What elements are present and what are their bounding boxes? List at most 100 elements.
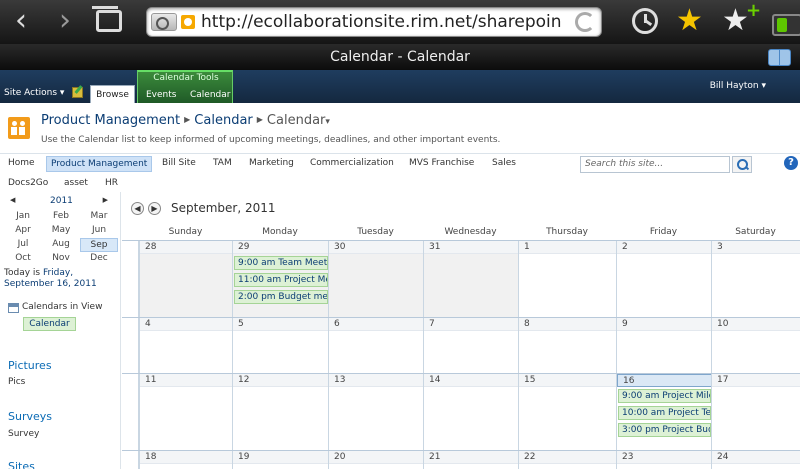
quicklaunch-sites[interactable]: Sites [8, 460, 35, 469]
month-may[interactable]: May [42, 224, 80, 238]
book-icon[interactable] [768, 49, 791, 66]
day-cell[interactable]: 18 [139, 451, 233, 469]
breadcrumb-view[interactable]: Calendar [267, 113, 325, 128]
search-input[interactable]: Search this site... [580, 156, 730, 173]
day-number[interactable]: 9 [617, 318, 712, 331]
day-body[interactable] [712, 387, 800, 451]
day-number[interactable]: 8 [519, 318, 617, 331]
day-cell[interactable]: 11 [139, 374, 233, 451]
site-logo-icon[interactable] [8, 117, 30, 139]
view-dropdown-icon[interactable]: ▾ [325, 117, 330, 127]
day-number[interactable]: 1 [519, 241, 617, 254]
day-body[interactable]: 9:00 am Team Meet 11:00 am Project Me 2:00… [233, 254, 329, 318]
day-number[interactable]: 15 [519, 374, 617, 387]
day-number[interactable]: 12 [233, 374, 329, 387]
day-body[interactable] [519, 387, 617, 451]
previous-month-icon[interactable]: ◀ [131, 202, 144, 215]
next-month-icon[interactable]: ▶ [148, 202, 161, 215]
day-body[interactable] [617, 464, 712, 469]
address-bar[interactable]: http://ecollaborationsite.rim.net/sharep… [146, 7, 602, 37]
day-cell[interactable]: 2 [616, 241, 712, 318]
day-number[interactable]: 31 [424, 241, 519, 254]
month-feb[interactable]: Feb [42, 210, 80, 224]
add-bookmark-icon[interactable]: ★ + [722, 0, 761, 38]
day-number[interactable]: 13 [329, 374, 424, 387]
day-number[interactable]: 30 [329, 241, 424, 254]
day-cell[interactable]: 31 [423, 241, 519, 318]
month-mar[interactable]: Mar [80, 210, 118, 224]
day-body[interactable] [519, 254, 617, 318]
day-number[interactable]: 4 [140, 318, 233, 331]
day-body[interactable] [329, 464, 424, 469]
day-cell[interactable]: 14 [423, 374, 519, 451]
day-body[interactable] [617, 331, 712, 374]
nav-bill-site[interactable]: Bill Site [162, 158, 196, 168]
day-cell[interactable]: 7 [423, 318, 519, 374]
day-cell[interactable]: 23 [616, 451, 712, 469]
edit-page-icon[interactable] [72, 87, 83, 98]
tab-browse[interactable]: Browse [90, 85, 135, 103]
tab-calendar[interactable]: Calendar [190, 90, 230, 100]
nav-product-management[interactable]: Product Management [46, 156, 153, 172]
day-number[interactable]: 17 [712, 374, 800, 387]
day-body[interactable] [617, 254, 712, 318]
nav-tam[interactable]: TAM [213, 158, 232, 168]
day-cell[interactable]: 1 [518, 241, 617, 318]
nav-commercialization[interactable]: Commercialization [310, 158, 394, 168]
day-number[interactable]: 21 [424, 451, 519, 464]
day-number[interactable]: 14 [424, 374, 519, 387]
day-cell[interactable]: 5 [232, 318, 329, 374]
calendar-event[interactable]: 9:00 am Project Mile [618, 389, 711, 403]
month-dec[interactable]: Dec [80, 252, 118, 266]
day-cell[interactable]: 4 [139, 318, 233, 374]
month-apr[interactable]: Apr [4, 224, 42, 238]
day-cell[interactable]: 16 9:00 am Project Mile 10:00 am Project T… [616, 374, 712, 451]
day-number[interactable]: 24 [712, 451, 800, 464]
day-number[interactable]: 20 [329, 451, 424, 464]
day-number[interactable]: 22 [519, 451, 617, 464]
day-body[interactable] [329, 331, 424, 374]
tab-events[interactable]: Events [146, 90, 176, 100]
day-number[interactable]: 28 [140, 241, 233, 254]
day-number[interactable]: 7 [424, 318, 519, 331]
day-body[interactable] [712, 464, 800, 469]
nav-docs2go[interactable]: Docs2Go [8, 178, 48, 188]
day-cell[interactable]: 6 [328, 318, 424, 374]
day-number[interactable]: 10 [712, 318, 800, 331]
quicklaunch-surveys[interactable]: Surveys [8, 410, 52, 423]
day-number[interactable]: 5 [233, 318, 329, 331]
day-cell[interactable]: 17 [711, 374, 800, 451]
day-cell[interactable]: 15 [518, 374, 617, 451]
previous-year-icon[interactable]: ◀ [10, 196, 15, 204]
day-cell[interactable]: 21 [423, 451, 519, 469]
calendar-event[interactable]: 9:00 am Team Meet [234, 256, 328, 270]
day-body[interactable] [329, 254, 424, 318]
day-body[interactable] [519, 464, 617, 469]
browser-menu-icon[interactable] [772, 14, 800, 36]
breadcrumb-list[interactable]: Calendar [194, 113, 252, 128]
day-cell[interactable]: 22 [518, 451, 617, 469]
day-body[interactable] [329, 387, 424, 451]
search-icon[interactable] [732, 156, 752, 173]
day-cell[interactable]: 24 [711, 451, 800, 469]
bookmark-star-icon[interactable]: ★ [676, 4, 703, 38]
month-nov[interactable]: Nov [42, 252, 80, 266]
nav-hr[interactable]: HR [105, 178, 118, 188]
day-cell[interactable]: 13 [328, 374, 424, 451]
url-text[interactable]: http://ecollaborationsite.rim.net/sharep… [201, 12, 561, 34]
user-menu[interactable]: Bill Hayton ▾ [710, 81, 766, 91]
reload-icon[interactable] [575, 12, 595, 32]
day-body[interactable] [424, 464, 519, 469]
day-body[interactable] [712, 331, 800, 374]
quicklaunch-pictures[interactable]: Pictures [8, 359, 52, 372]
day-number[interactable]: 3 [712, 241, 800, 254]
month-sep[interactable]: Sep [80, 238, 118, 252]
calendar-event[interactable]: 3:00 pm Project Bud [618, 423, 711, 437]
calendar-overlay-chip[interactable]: Calendar [23, 317, 76, 331]
quicklaunch-pics[interactable]: Pics [8, 377, 25, 387]
calendar-event[interactable]: 11:00 am Project Me [234, 273, 328, 287]
month-jul[interactable]: Jul [4, 238, 42, 252]
day-body[interactable]: 9:00 am Project Mile 10:00 am Project Te 3… [617, 387, 712, 451]
day-number[interactable]: 2 [617, 241, 712, 254]
nav-marketing[interactable]: Marketing [249, 158, 294, 168]
